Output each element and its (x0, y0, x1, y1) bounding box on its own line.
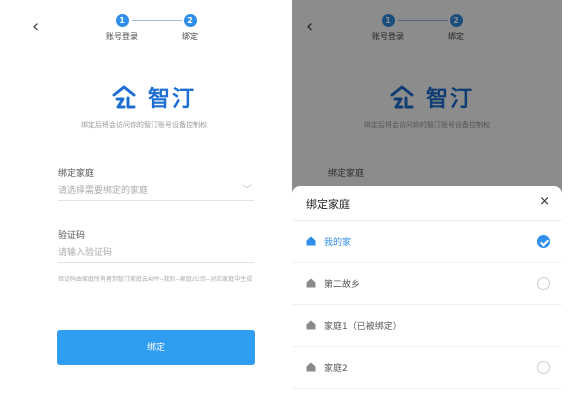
home-icon (306, 362, 316, 372)
family-option-name: 家庭2 (324, 364, 348, 374)
family-option-name: 第二故乡 (324, 280, 361, 290)
bind-screen-with-sheet: ‹ 1 账号登录 2 绑定 智汀 绑定后将会访问你的智汀账号设备控制权 绑定家庭… (292, 0, 562, 400)
step-label: 账号登录 (106, 32, 138, 41)
home-icon (306, 278, 316, 288)
sheet-title: 绑定家庭 (306, 198, 350, 211)
step-number: 1 (115, 14, 129, 27)
step-indicator: 1 账号登录 2 绑定 (86, 14, 226, 46)
step-2: 2 绑定 (172, 14, 208, 42)
step-label: 绑定 (182, 32, 198, 41)
radio-icon (537, 277, 550, 290)
radio-icon (537, 361, 550, 374)
family-option-name: 家庭1（已被绑定） (324, 322, 402, 332)
code-placeholder: 请输入验证码 (58, 248, 113, 258)
family-option[interactable]: 第二故乡 (292, 263, 562, 305)
code-input[interactable]: 请输入验证码 (58, 243, 254, 263)
family-option[interactable]: 家庭2 (292, 347, 562, 389)
brand-name: 智汀 (148, 87, 197, 112)
close-icon[interactable]: × (539, 194, 550, 209)
chevron-left-icon[interactable]: ‹ (32, 18, 39, 36)
family-picker-sheet: 绑定家庭 × 我的家 第二故乡 家庭1（已被绑定） 家庭2 (292, 186, 562, 400)
home-icon (306, 236, 316, 246)
code-label: 验证码 (58, 231, 86, 241)
bind-screen: ‹ 1 账号登录 2 绑定 智汀 绑定后将会访问你的智汀账号设备控制权 绑定家庭… (0, 0, 288, 400)
check-icon (537, 235, 550, 248)
family-option[interactable]: 我的家 (292, 221, 562, 263)
family-select[interactable]: 请选择需要绑定的家庭 ﹀ (58, 181, 254, 201)
chevron-down-icon: ﹀ (242, 185, 252, 196)
family-option-disabled: 家庭1（已被绑定） (292, 305, 562, 347)
step-1: 1 账号登录 (104, 14, 140, 42)
brand-logo: 智汀 (110, 82, 196, 112)
bind-button[interactable]: 绑定 (57, 330, 255, 365)
home-icon (306, 320, 316, 330)
family-label: 绑定家庭 (58, 169, 95, 179)
code-hint: 验证码由家庭所有者到智汀家庭云APP--我的--家庭/公司--对应家庭中生成 (58, 276, 253, 283)
logo-icon (112, 85, 136, 109)
step-number: 2 (183, 14, 197, 27)
family-option-name: 我的家 (324, 238, 352, 248)
brand-subtitle: 绑定后将会访问你的智汀账号设备控制权 (81, 121, 207, 129)
family-placeholder: 请选择需要绑定的家庭 (58, 186, 149, 196)
